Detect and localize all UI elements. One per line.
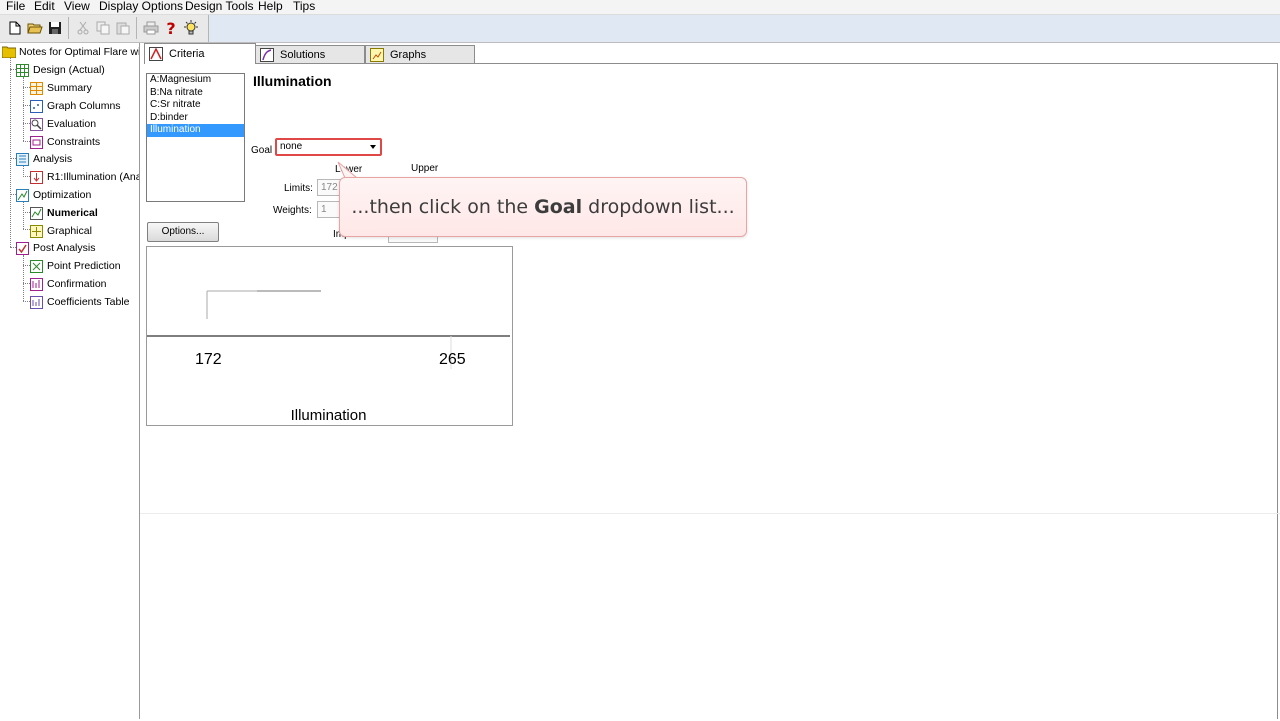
point-prediction-icon <box>30 259 43 273</box>
tree-item-point-prediction[interactable]: Point Prediction <box>30 258 121 274</box>
tree-item-notes[interactable]: Notes for Optimal Flare wit <box>1 44 140 60</box>
ramp-max-value: 265 <box>439 351 466 368</box>
toolbar: ? <box>0 15 1280 43</box>
tree-item-label: Graph Columns <box>47 100 121 112</box>
weights-label: Weights: <box>273 205 312 216</box>
print-icon[interactable] <box>142 19 160 37</box>
goal-dropdown[interactable]: none <box>275 138 382 156</box>
tree-item-label: Design (Actual) <box>33 64 105 76</box>
tree-item-analysis[interactable]: Analysis <box>16 151 72 167</box>
tree-item-optimization[interactable]: Optimization <box>16 187 91 203</box>
menu-design-tools[interactable]: Design Tools <box>184 0 254 14</box>
menu-display-options[interactable]: Display Options <box>98 0 184 14</box>
tree-item-label: Optimization <box>33 189 92 201</box>
tree-item-evaluation[interactable]: Evaluation <box>30 116 96 132</box>
tree-item-numerical[interactable]: Numerical <box>30 205 98 221</box>
callout-text-prefix: ...then click on the <box>351 196 535 218</box>
goal-label: Goal <box>251 145 273 156</box>
tab-criteria[interactable]: Criteria <box>144 43 256 64</box>
folder-icon <box>1 46 17 59</box>
goal-dropdown-value: none <box>280 141 303 152</box>
constraints-icon <box>30 135 43 149</box>
new-file-icon[interactable] <box>6 19 24 37</box>
criteria-title: Illumination <box>253 73 332 89</box>
list-item[interactable]: A:Magnesium <box>147 74 244 87</box>
menu-file[interactable]: File <box>5 0 26 14</box>
help-icon[interactable]: ? <box>162 19 180 38</box>
analysis-icon <box>16 152 29 166</box>
paste-icon[interactable] <box>114 19 132 37</box>
limits-label: Limits: <box>284 183 313 194</box>
cut-icon[interactable] <box>74 19 92 37</box>
tree-item-label: Coefficients Table <box>47 296 130 308</box>
criteria-variable-list[interactable]: A:Magnesium B:Na nitrate C:Sr nitrate D:… <box>146 73 245 202</box>
copy-icon[interactable] <box>94 19 112 37</box>
tab-graphs[interactable]: Graphs <box>365 45 475 64</box>
confirmation-icon <box>30 277 43 291</box>
tree-item-summary[interactable]: Summary <box>30 80 92 96</box>
solutions-icon <box>260 48 274 62</box>
menu-view[interactable]: View <box>63 0 91 14</box>
tree-item-label: Point Prediction <box>47 260 121 272</box>
tip-lightbulb-icon[interactable] <box>182 19 200 37</box>
design-grid-icon <box>16 63 29 77</box>
tab-label: Criteria <box>169 48 205 60</box>
tree-item-label: Notes for Optimal Flare wit <box>19 46 140 58</box>
tree-item-r1-illumination[interactable]: R1:Illumination (Anal <box>30 169 140 185</box>
save-icon[interactable] <box>46 19 64 37</box>
tab-label: Graphs <box>390 49 427 61</box>
list-item[interactable]: B:Na nitrate <box>147 87 244 100</box>
tree-item-label: Evaluation <box>47 118 97 130</box>
ramp-min-value: 172 <box>195 351 222 368</box>
tree-item-graphical[interactable]: Graphical <box>30 223 92 239</box>
menu-tips[interactable]: Tips <box>292 0 316 14</box>
evaluation-magnifier-icon <box>30 117 43 131</box>
dropdown-arrow-icon <box>370 145 376 149</box>
callout-text-bold: Goal <box>534 196 583 218</box>
graphical-optimization-icon <box>30 224 43 238</box>
tab-solutions[interactable]: Solutions <box>255 45 365 64</box>
open-folder-icon[interactable] <box>26 19 44 37</box>
tree-item-label: Numerical <box>47 207 98 219</box>
menu-bar: File Edit View Display Options Design To… <box>0 0 1280 15</box>
post-analysis-icon <box>16 241 29 255</box>
criteria-ramp-icon <box>149 47 163 61</box>
desirability-ramp-graphic <box>147 290 510 369</box>
callout-text-suffix: dropdown list... <box>582 196 735 218</box>
main-panel: Criteria Solutions Graphs A:Magnesium B:… <box>140 43 1280 719</box>
toolbar-empty-area <box>208 15 1280 42</box>
tree-item-confirmation[interactable]: Confirmation <box>30 276 107 292</box>
list-item[interactable]: C:Sr nitrate <box>147 99 244 112</box>
desirability-ramp-panel: 172 265 Illumination <box>146 246 513 426</box>
optimization-icon <box>16 188 29 202</box>
tree-item-constraints[interactable]: Constraints <box>30 134 100 150</box>
numerical-optimization-icon <box>30 206 43 220</box>
design-tree-panel: Notes for Optimal Flare wit Design (Actu… <box>0 43 140 719</box>
tree-item-label: Post Analysis <box>33 242 96 254</box>
tab-label: Solutions <box>280 49 326 61</box>
options-button[interactable]: Options... <box>147 222 219 242</box>
graphs-icon <box>370 48 384 62</box>
tree-item-label: Graphical <box>47 225 92 237</box>
tree-item-label: Summary <box>47 82 92 94</box>
summary-table-icon <box>30 81 43 95</box>
coefficients-table-icon <box>30 295 43 309</box>
ramp-title: Illumination <box>290 407 367 424</box>
list-item[interactable]: D:binder <box>147 112 244 125</box>
tree-item-label: Confirmation <box>47 278 107 290</box>
tree-item-design[interactable]: Design (Actual) <box>16 62 105 78</box>
menu-help[interactable]: Help <box>257 0 284 14</box>
list-item-selected[interactable]: Illumination <box>147 124 244 137</box>
tutorial-callout: ...then click on the Goal dropdown list.… <box>339 177 747 237</box>
tree-item-label: Analysis <box>33 153 73 165</box>
menu-edit[interactable]: Edit <box>33 0 56 14</box>
graph-columns-icon <box>30 99 43 113</box>
tree-item-label: R1:Illumination (Anal <box>47 171 140 183</box>
tree-item-label: Constraints <box>47 136 101 148</box>
tree-item-graph-columns[interactable]: Graph Columns <box>30 98 121 114</box>
response-analysis-icon <box>30 170 43 184</box>
tree-item-coefficients-table[interactable]: Coefficients Table <box>30 294 130 310</box>
tree-item-post-analysis[interactable]: Post Analysis <box>16 240 95 256</box>
upper-label: Upper <box>411 163 439 174</box>
